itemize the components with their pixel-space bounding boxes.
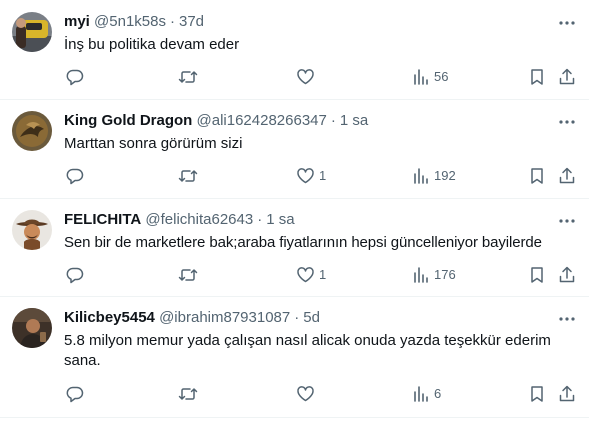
tweet-actions: 1 176 — [56, 264, 583, 286]
retweet-icon — [178, 167, 198, 185]
tweet[interactable]: Kilicbey5454 @ibrahim87931087 · 5d 5.8 mil… — [0, 297, 589, 417]
view-count: 176 — [434, 267, 456, 282]
like-button[interactable]: 1 — [296, 264, 326, 286]
separator-dot: · — [330, 112, 336, 129]
avatar[interactable] — [12, 210, 52, 250]
reply-icon — [66, 68, 84, 86]
user-handle[interactable]: @felichita62643 — [145, 211, 253, 228]
reply-button[interactable] — [66, 383, 88, 405]
share-icon — [558, 266, 576, 284]
like-button[interactable] — [296, 383, 319, 405]
bookmark-button[interactable] — [529, 165, 545, 187]
user-handle[interactable]: @ali162428266347 — [197, 112, 327, 129]
retweet-icon — [178, 385, 198, 403]
avatar[interactable] — [12, 111, 52, 151]
tweet-text: İnş bu politika devam eder — [64, 36, 240, 53]
like-count: 1 — [319, 168, 327, 183]
tweet-actions: 1 192 — [56, 165, 583, 187]
avatar[interactable] — [12, 12, 52, 52]
like-button[interactable] — [296, 66, 319, 88]
divider — [0, 417, 589, 418]
reply-icon — [66, 385, 84, 403]
user-handle[interactable]: @5n1k58s — [94, 13, 166, 30]
bookmark-icon — [529, 167, 545, 185]
bookmark-button[interactable] — [529, 66, 545, 88]
separator-dot: · — [257, 211, 263, 228]
share-button[interactable] — [558, 66, 576, 88]
avatar[interactable] — [12, 308, 52, 348]
share-icon — [558, 167, 576, 185]
reply-button[interactable] — [66, 66, 88, 88]
retweet-button[interactable] — [178, 165, 202, 187]
more-icon[interactable] — [557, 13, 577, 33]
tweet-header: FELICHITA @felichita62643 · 1 sa — [64, 210, 295, 230]
tweet-feed: myi @5n1k58s · 37d İnş bu politika devam e… — [0, 0, 589, 423]
like-icon — [296, 167, 315, 185]
retweet-button[interactable] — [178, 383, 202, 405]
timestamp[interactable]: 37d — [179, 13, 204, 30]
like-icon — [296, 385, 315, 403]
retweet-button[interactable] — [178, 66, 202, 88]
tweet-header: myi @5n1k58s · 37d — [64, 12, 204, 32]
tweet-actions: 56 — [56, 66, 583, 88]
views-button[interactable]: 192 — [412, 165, 456, 187]
tweet[interactable]: FELICHITA @felichita62643 · 1 sa Sen bir d… — [0, 199, 589, 296]
timestamp[interactable]: 5d — [303, 309, 320, 326]
like-button[interactable]: 1 — [296, 165, 326, 187]
display-name[interactable]: myi — [64, 13, 90, 30]
timestamp[interactable]: 1 sa — [266, 211, 294, 228]
tweet[interactable]: King Gold Dragon @ali162428266347 · 1 sa M… — [0, 100, 589, 198]
views-button[interactable]: 176 — [412, 264, 456, 286]
bookmark-button[interactable] — [529, 264, 545, 286]
views-icon — [412, 385, 430, 403]
view-count: 6 — [434, 386, 442, 401]
views-icon — [412, 167, 430, 185]
retweet-icon — [178, 68, 198, 86]
more-icon[interactable] — [557, 309, 577, 329]
bookmark-button[interactable] — [529, 383, 545, 405]
display-name[interactable]: Kilicbey5454 — [64, 309, 155, 326]
retweet-icon — [178, 266, 198, 284]
bookmark-icon — [529, 385, 545, 403]
more-icon[interactable] — [557, 112, 577, 132]
tweet-text: 5.8 milyon memur yada çalışan nasıl alic… — [64, 332, 551, 369]
reply-button[interactable] — [66, 264, 88, 286]
user-handle[interactable]: @ibrahim87931087 — [159, 309, 290, 326]
tweet-text: Marttan sonra görürüm sizi — [64, 135, 243, 152]
view-count: 192 — [434, 168, 456, 183]
views-button[interactable]: 6 — [412, 383, 441, 405]
tweet-text: Sen bir de marketlere bak;araba fiyatlar… — [64, 234, 542, 251]
views-button[interactable]: 56 — [412, 66, 448, 88]
bookmark-icon — [529, 266, 545, 284]
share-button[interactable] — [558, 165, 576, 187]
share-icon — [558, 68, 576, 86]
display-name[interactable]: FELICHITA — [64, 211, 141, 228]
bookmark-icon — [529, 68, 545, 86]
share-button[interactable] — [558, 383, 576, 405]
view-count: 56 — [434, 69, 449, 84]
tweet-header: Kilicbey5454 @ibrahim87931087 · 5d — [64, 308, 320, 328]
like-icon — [296, 266, 315, 284]
reply-button[interactable] — [66, 165, 88, 187]
tweet[interactable]: myi @5n1k58s · 37d İnş bu politika devam e… — [0, 0, 589, 99]
separator-dot: · — [294, 309, 300, 326]
separator-dot: · — [169, 13, 175, 30]
retweet-button[interactable] — [178, 264, 202, 286]
views-icon — [412, 266, 430, 284]
more-icon[interactable] — [557, 211, 577, 231]
display-name[interactable]: King Gold Dragon — [64, 112, 192, 129]
reply-icon — [66, 266, 84, 284]
tweet-header: King Gold Dragon @ali162428266347 · 1 sa — [64, 111, 368, 131]
like-count: 1 — [319, 267, 327, 282]
views-icon — [412, 68, 430, 86]
share-button[interactable] — [558, 264, 576, 286]
share-icon — [558, 385, 576, 403]
timestamp[interactable]: 1 sa — [340, 112, 368, 129]
like-icon — [296, 68, 315, 86]
tweet-actions: 6 — [56, 383, 583, 405]
reply-icon — [66, 167, 84, 185]
